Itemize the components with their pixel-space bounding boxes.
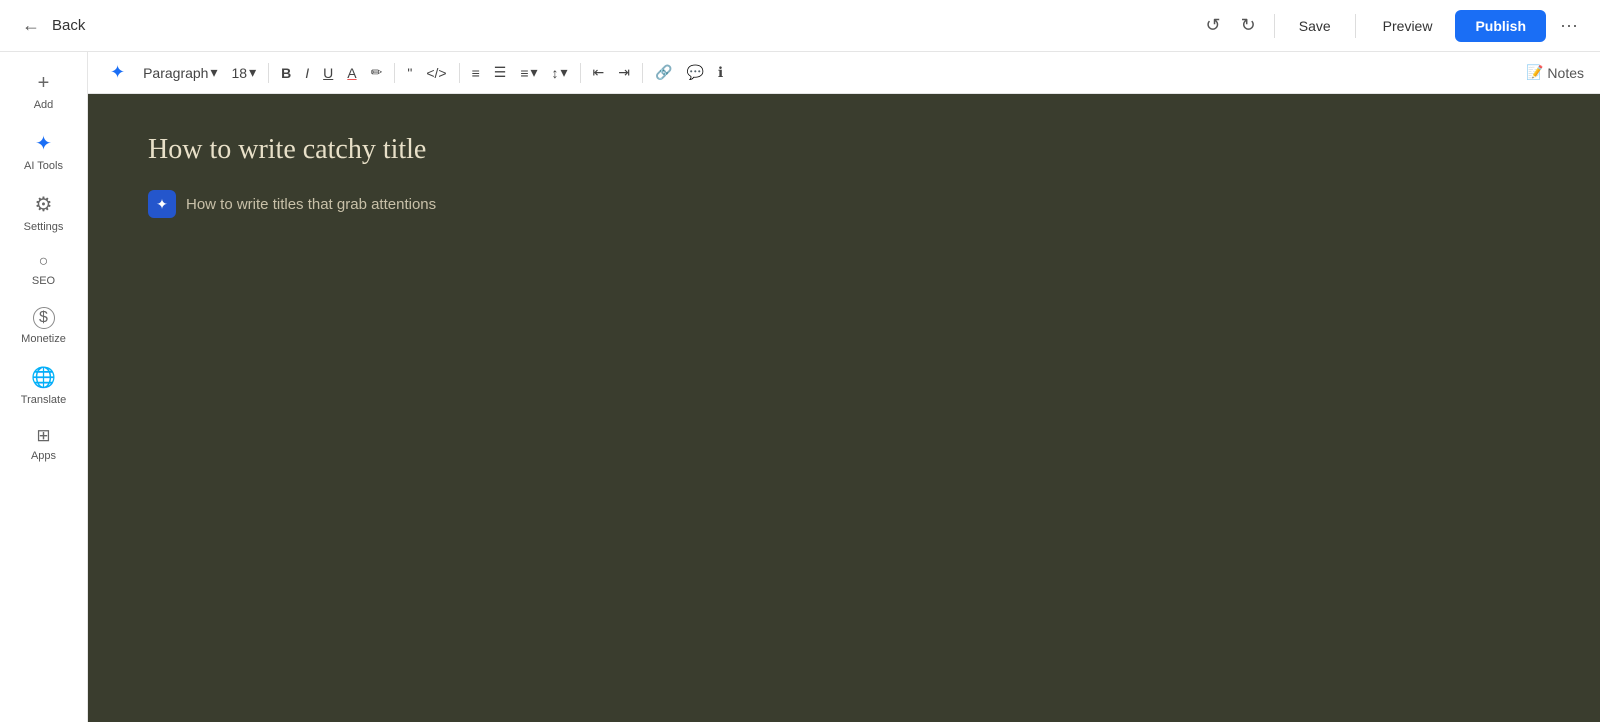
sidebar-item-translate[interactable]: 🌐 Translate (6, 357, 82, 414)
font-color-icon: A (347, 65, 356, 81)
line-spacing-dropdown[interactable]: ↕ ▾ (546, 60, 574, 85)
sidebar-item-add-label: Add (34, 99, 54, 111)
ai-sparkle-icon: ✦ (110, 62, 125, 83)
header-divider (1274, 14, 1275, 38)
main-area: + Add ✦ AI Tools ⚙ Settings ○ SEO $ Mone… (0, 52, 1600, 722)
ordered-list-icon: ≡ (472, 65, 480, 81)
sidebar-item-monetize[interactable]: $ Monetize (6, 299, 82, 353)
editor-title: How to write catchy title (148, 134, 1540, 166)
font-color-button[interactable]: A (341, 61, 362, 85)
seo-icon: ○ (39, 253, 49, 271)
sidebar-item-translate-label: Translate (21, 394, 66, 406)
unordered-list-icon: ☰ (494, 64, 507, 81)
info-button[interactable]: ℹ (712, 60, 729, 85)
code-icon: </> (426, 65, 446, 81)
notes-button[interactable]: 📝 Notes (1526, 64, 1584, 81)
line-spacing-chevron-icon: ▾ (561, 64, 568, 81)
underline-button[interactable]: U (317, 61, 339, 85)
comment-icon: 💬 (686, 64, 703, 81)
publish-button[interactable]: Publish (1455, 10, 1546, 42)
sidebar-item-seo[interactable]: ○ SEO (6, 245, 82, 295)
sidebar-item-seo-label: SEO (32, 275, 55, 287)
monetize-icon: $ (33, 307, 55, 329)
indent-decrease-icon: ⇤ (593, 64, 605, 81)
header-left: ← Back (16, 11, 85, 40)
highlight-button[interactable]: ✏ (365, 60, 389, 85)
preview-button[interactable]: Preview (1368, 11, 1448, 41)
indent-increase-button[interactable]: ⇥ (612, 60, 636, 85)
add-icon: + (38, 72, 50, 95)
code-button[interactable]: </> (420, 61, 452, 85)
content-wrapper: ✦ Paragraph ▾ 18 ▾ B I U A ✏ " (88, 52, 1600, 722)
italic-button[interactable]: I (299, 61, 315, 85)
sidebar-item-ai-tools-label: AI Tools (24, 160, 63, 172)
font-size-dropdown[interactable]: 18 ▾ (226, 60, 263, 85)
quote-button[interactable]: " (401, 61, 418, 85)
ai-assist-button[interactable]: ✦ (104, 58, 135, 87)
sidebar-item-settings[interactable]: ⚙ Settings (6, 184, 82, 241)
paragraph-chevron-icon: ▾ (210, 64, 217, 81)
font-size-chevron-icon: ▾ (249, 64, 256, 81)
align-dropdown[interactable]: ≡ ▾ (514, 60, 543, 85)
link-button[interactable]: 🔗 (649, 60, 678, 85)
editor-area[interactable]: How to write catchy title ✦ How to write… (88, 94, 1600, 722)
sidebar-item-settings-label: Settings (24, 221, 64, 233)
undo-button[interactable]: ↺ (1200, 11, 1227, 40)
quote-icon: " (407, 65, 412, 81)
toolbar: ✦ Paragraph ▾ 18 ▾ B I U A ✏ " (88, 52, 1600, 94)
highlight-icon: ✏ (371, 64, 383, 81)
align-chevron-icon: ▾ (530, 64, 537, 81)
sidebar-item-monetize-label: Monetize (21, 333, 66, 345)
toolbar-sep-1 (268, 63, 269, 83)
indent-increase-icon: ⇥ (618, 64, 630, 81)
paragraph-style-dropdown[interactable]: Paragraph ▾ (137, 60, 223, 85)
back-label: Back (52, 17, 85, 34)
more-options-button[interactable]: ··· (1554, 11, 1584, 40)
sidebar-item-add[interactable]: + Add (6, 64, 82, 119)
font-size-value: 18 (232, 65, 248, 81)
toolbar-sep-5 (642, 63, 643, 83)
ordered-list-button[interactable]: ≡ (466, 61, 486, 85)
sidebar-item-apps[interactable]: ⊞ Apps (6, 418, 82, 470)
ai-suggestion-text: How to write titles that grab attentions (186, 196, 436, 213)
toolbar-sep-3 (459, 63, 460, 83)
save-button[interactable]: Save (1287, 12, 1343, 40)
redo-button[interactable]: ↻ (1235, 11, 1262, 40)
ai-tools-icon: ✦ (35, 131, 52, 156)
paragraph-style-label: Paragraph (143, 65, 208, 81)
sidebar: + Add ✦ AI Tools ⚙ Settings ○ SEO $ Mone… (0, 52, 88, 722)
line-spacing-icon: ↕ (552, 65, 559, 81)
settings-icon: ⚙ (35, 192, 53, 217)
header-right: ↺ ↻ Save Preview Publish ··· (1200, 10, 1584, 42)
ai-chip-icon: ✦ (148, 190, 176, 218)
bold-button[interactable]: B (275, 61, 297, 85)
back-button[interactable]: ← (16, 11, 46, 40)
link-icon: 🔗 (655, 64, 672, 81)
header-bar: ← Back ↺ ↻ Save Preview Publish ··· (0, 0, 1600, 52)
unordered-list-button[interactable]: ☰ (488, 60, 513, 85)
info-icon: ℹ (718, 64, 723, 81)
header-divider2 (1355, 14, 1356, 38)
sidebar-item-apps-label: Apps (31, 450, 56, 462)
indent-decrease-button[interactable]: ⇤ (587, 60, 611, 85)
notes-icon: 📝 (1526, 64, 1543, 81)
ai-suggestion-row: ✦ How to write titles that grab attentio… (148, 190, 1540, 218)
align-icon: ≡ (520, 65, 528, 81)
sidebar-item-ai-tools[interactable]: ✦ AI Tools (6, 123, 82, 180)
toolbar-sep-2 (394, 63, 395, 83)
comment-button[interactable]: 💬 (680, 60, 709, 85)
translate-icon: 🌐 (31, 365, 56, 390)
notes-label: Notes (1547, 65, 1584, 81)
apps-icon: ⊞ (36, 426, 50, 446)
toolbar-sep-4 (580, 63, 581, 83)
